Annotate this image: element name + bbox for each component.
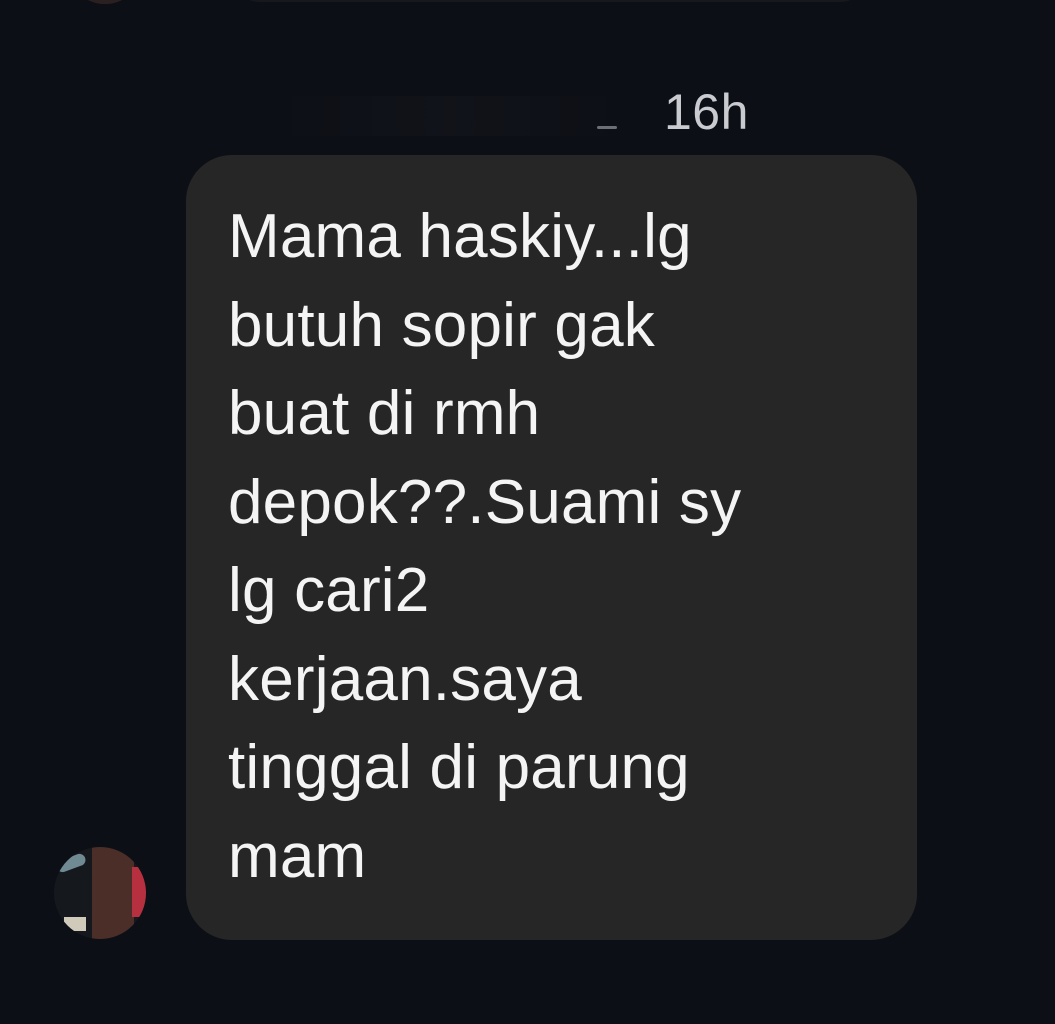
- chat-screen: 16h Mama haskiy...lg butuh sopir gak bua…: [0, 0, 1055, 1024]
- sender-name-obscured: [270, 96, 630, 136]
- sender-avatar[interactable]: [54, 847, 146, 939]
- previous-avatar[interactable]: [70, 0, 140, 4]
- separator-mark: [597, 126, 617, 129]
- message-bubble[interactable]: Mama haskiy...lg butuh sopir gak buat di…: [186, 155, 917, 940]
- message-timestamp: 16h: [664, 84, 749, 140]
- message-text: Mama haskiy...lg butuh sopir gak buat di…: [228, 202, 742, 891]
- message-header: 16h: [270, 82, 790, 142]
- previous-message-bubble[interactable]: [230, 0, 870, 2]
